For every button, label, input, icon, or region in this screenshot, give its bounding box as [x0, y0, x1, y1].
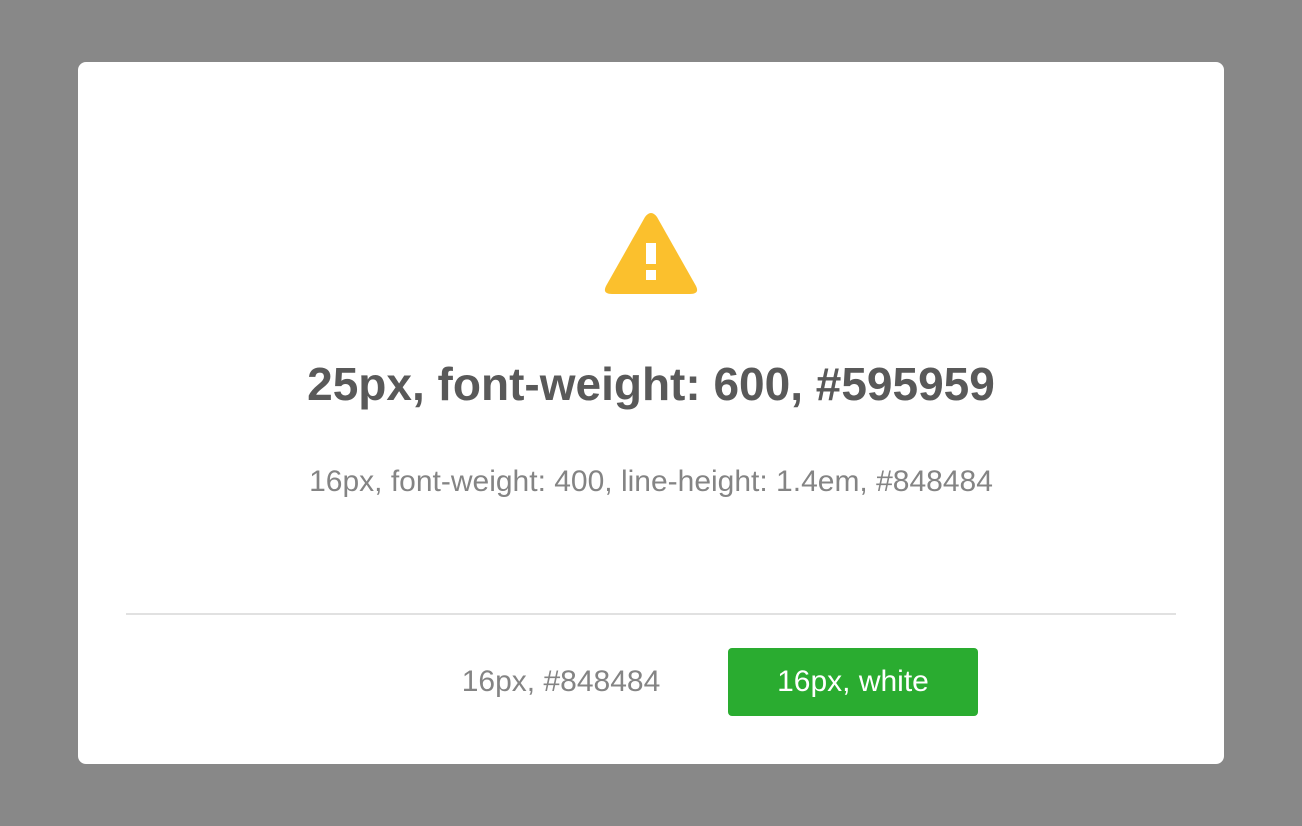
dialog-title: 25px, font-weight: 600, #595959 [307, 358, 995, 410]
warning-exclamation-bar [646, 243, 656, 264]
dialog-divider [126, 613, 1176, 615]
cancel-button[interactable]: 16px, #848484 [448, 648, 674, 716]
warning-exclamation-dot [646, 270, 656, 280]
warning-triangle-icon [604, 213, 698, 294]
dialog-message: 16px, font-weight: 400, line-height: 1.4… [309, 465, 993, 498]
confirmation-dialog: 25px, font-weight: 600, #595959 16px, fo… [78, 62, 1224, 764]
confirm-button[interactable]: 16px, white [728, 648, 978, 716]
